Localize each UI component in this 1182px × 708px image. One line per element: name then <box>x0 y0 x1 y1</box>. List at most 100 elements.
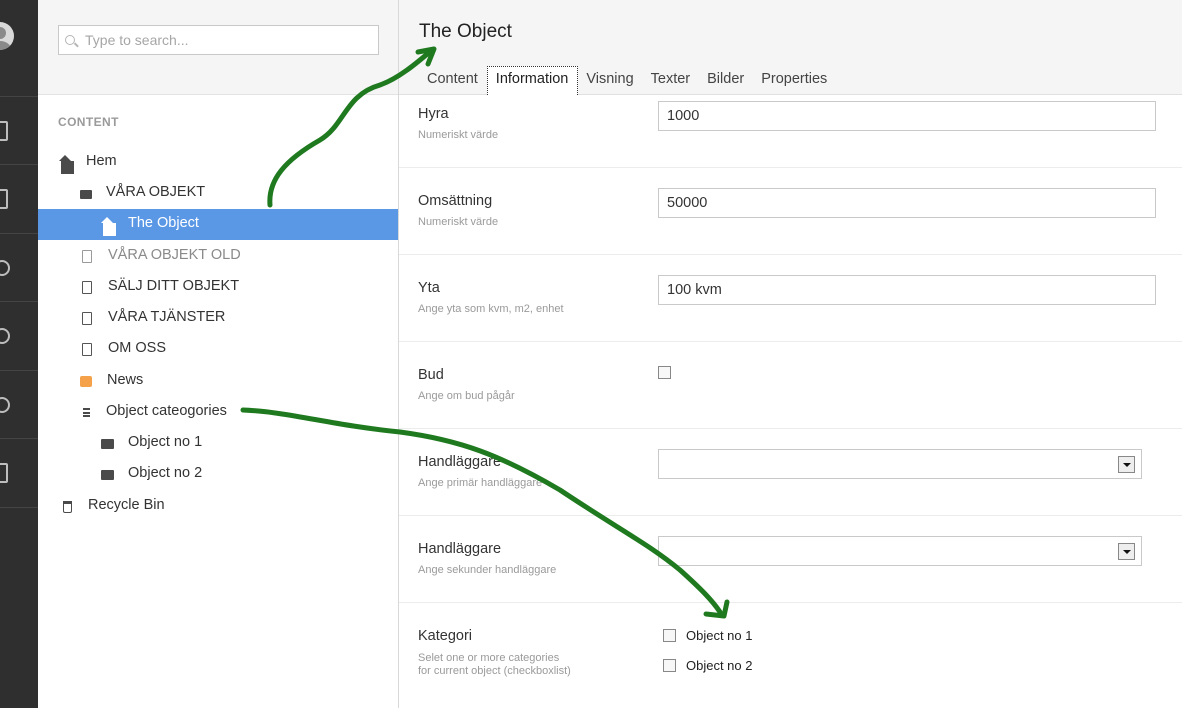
tree-node-label: News <box>107 372 144 388</box>
property-yta: Yta Ange yta som kvm, m2, enhet <box>399 255 1182 342</box>
search-icon <box>65 35 75 45</box>
tree-node-the-object[interactable]: The Object <box>38 209 398 240</box>
store-icon <box>80 190 92 199</box>
hyra-input[interactable] <box>658 101 1156 131</box>
omsattning-input[interactable] <box>658 188 1156 218</box>
property-kategori: Kategori Selet one or more categories fo… <box>399 603 1182 708</box>
section-content[interactable] <box>0 96 38 164</box>
tree-node-object-cateogories[interactable]: Object cateogories <box>38 397 398 428</box>
search-input[interactable] <box>85 26 375 54</box>
property-handlaggare-primary: Handläggare Ange primär handläggare <box>399 429 1182 516</box>
property-description: Numeriskt värde <box>418 216 499 228</box>
tree-node-hem[interactable]: Hem <box>38 147 398 178</box>
section-media[interactable] <box>0 164 38 232</box>
property-bud: Bud Ange om bud pågår <box>399 342 1182 429</box>
tree-node-vara-tjanster[interactable]: VÅRA TJÄNSTER <box>38 303 398 334</box>
section-settings[interactable] <box>0 233 38 301</box>
chevron-down-icon[interactable] <box>1118 456 1135 473</box>
document-icon <box>82 250 92 263</box>
tree-node-label: SÄLJ DITT OBJEKT <box>108 278 240 294</box>
tree-heading: CONTENT <box>58 115 119 129</box>
section-members[interactable] <box>0 438 38 506</box>
property-description: Numeriskt värde <box>418 129 499 141</box>
property-hyra: Hyra Numeriskt värde <box>399 95 1182 168</box>
property-label: Bud <box>418 367 444 383</box>
tree-node-vara-objekt-old[interactable]: VÅRA OBJEKT OLD <box>38 241 398 272</box>
media-section-icon <box>0 189 8 209</box>
tab-visning[interactable]: Visning <box>578 66 642 94</box>
tree-node-news[interactable]: News <box>38 366 398 397</box>
tree-node-label: Hem <box>86 153 117 169</box>
tree-node-label: Object no 2 <box>128 465 203 481</box>
property-description: Ange sekunder handläggare <box>418 564 557 576</box>
property-description: Ange primär handläggare <box>418 477 543 489</box>
box-icon <box>80 376 92 387</box>
bud-checkbox[interactable] <box>658 366 671 379</box>
tree-node-vara-objekt[interactable]: VÅRA OBJEKT <box>38 178 398 209</box>
property-label: Kategori <box>418 628 473 644</box>
members-icon <box>0 463 8 483</box>
tree-node-label: VÅRA TJÄNSTER <box>108 309 226 325</box>
property-handlaggare-secondary: Handläggare Ange sekunder handläggare <box>399 516 1182 603</box>
section-users[interactable] <box>0 370 38 438</box>
home-icon-body <box>103 223 116 236</box>
trash-icon <box>63 501 72 513</box>
folder-icon <box>101 439 114 449</box>
list-icon <box>83 408 90 417</box>
tree-node-object-no-1[interactable]: Object no 1 <box>38 428 398 459</box>
tree-node-recycle-bin[interactable]: Recycle Bin <box>38 491 398 522</box>
tree-node-label: VÅRA OBJEKT OLD <box>108 247 241 263</box>
content-section-icon <box>0 121 8 141</box>
kategori-object-no-1-checkbox[interactable] <box>663 629 676 642</box>
user-avatar[interactable] <box>0 22 14 50</box>
tab-bilder[interactable]: Bilder <box>699 66 753 94</box>
rail-divider <box>0 507 38 508</box>
kategori-object-no-2-checkbox[interactable] <box>663 659 676 672</box>
home-icon-body <box>61 161 74 174</box>
property-label: Yta <box>418 280 440 296</box>
tree-search-box[interactable] <box>58 25 379 55</box>
gear-icon <box>0 328 10 344</box>
wrench-icon <box>0 260 10 276</box>
yta-input[interactable] <box>658 275 1156 305</box>
tree-node-label: The Object <box>128 215 199 231</box>
tab-properties[interactable]: Properties <box>753 66 836 94</box>
document-icon <box>82 343 92 356</box>
property-description: Selet one or more categories for current… <box>418 652 571 677</box>
checkbox-label[interactable]: Object no 2 <box>686 658 753 673</box>
checkbox-label[interactable]: Object no 1 <box>686 628 753 643</box>
tree-node-label: Object no 1 <box>128 434 203 450</box>
primary-handlaggare-select[interactable] <box>658 449 1142 479</box>
document-icon <box>82 281 92 294</box>
tree-search-area <box>38 0 398 95</box>
property-label: Handläggare <box>418 454 502 470</box>
tree-node-label: VÅRA OBJEKT <box>106 184 206 200</box>
editor-tabs: Content Information Visning Texter Bilde… <box>419 66 836 95</box>
tree-node-salj-ditt-objekt[interactable]: SÄLJ DITT OBJEKT <box>38 272 398 303</box>
document-icon <box>82 312 92 325</box>
property-label: Hyra <box>418 106 449 122</box>
folder-icon <box>101 470 114 480</box>
tree-node-object-no-2[interactable]: Object no 2 <box>38 459 398 490</box>
property-label: Handläggare <box>418 541 502 557</box>
property-label: Omsättning <box>418 193 493 209</box>
property-description: Ange om bud pågår <box>418 390 515 402</box>
section-developer[interactable] <box>0 301 38 369</box>
tree-node-label: OM OSS <box>108 340 167 356</box>
chevron-down-icon[interactable] <box>1118 543 1135 560</box>
tab-information[interactable]: Information <box>486 66 579 95</box>
secondary-handlaggare-select[interactable] <box>658 536 1142 566</box>
content-editor: The Object Content Information Visning T… <box>399 0 1182 708</box>
user-icon <box>0 397 10 413</box>
tree-node-label: Object cateogories <box>106 403 227 419</box>
property-omsattning: Omsättning Numeriskt värde <box>399 168 1182 255</box>
tree-node-om-oss[interactable]: OM OSS <box>38 334 398 365</box>
editor-header: The Object Content Information Visning T… <box>399 0 1182 95</box>
tab-texter[interactable]: Texter <box>643 66 700 94</box>
tab-content[interactable]: Content <box>419 66 487 94</box>
page-title: The Object <box>419 21 512 42</box>
content-tree-panel: CONTENT Hem VÅRA OBJEKT The Object VÅRA … <box>38 0 399 708</box>
tree-node-label: Recycle Bin <box>88 497 165 513</box>
app-sections-rail <box>0 0 38 708</box>
property-description: Ange yta som kvm, m2, enhet <box>418 303 564 315</box>
